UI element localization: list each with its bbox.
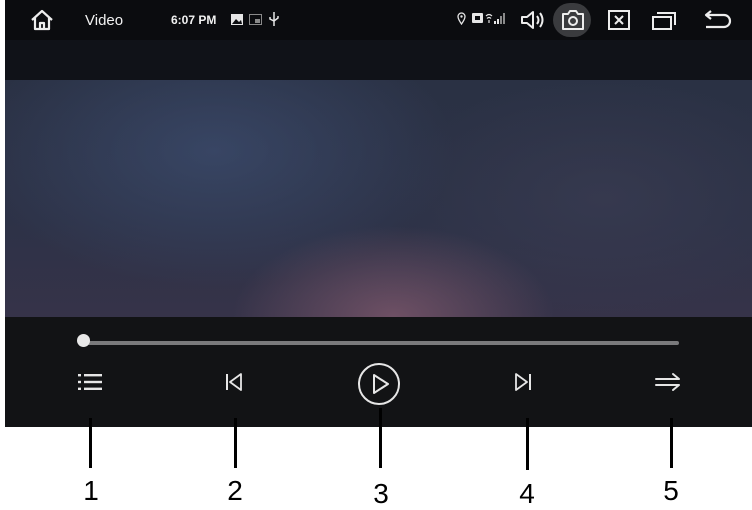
secondary-bar (5, 40, 752, 112)
back-icon[interactable] (702, 9, 732, 31)
playlist-icon[interactable] (77, 372, 103, 392)
callout-label-4: 4 (519, 478, 535, 509)
screenshot-icon[interactable] (561, 9, 585, 31)
previous-icon[interactable] (224, 372, 244, 392)
signal-icon (494, 13, 505, 24)
callout-line-3 (379, 408, 382, 468)
sim-icon (472, 13, 483, 23)
progress-thumb[interactable] (77, 334, 90, 347)
volume-icon[interactable] (519, 8, 549, 32)
wifi-icon (485, 13, 493, 23)
recent-apps-icon[interactable] (650, 9, 678, 31)
close-app-icon[interactable] (607, 9, 631, 31)
callout-line-1 (89, 418, 92, 468)
head-unit-screen: Video 6:07 PM (5, 0, 752, 427)
cast-icon (249, 14, 262, 25)
callout-line-4 (526, 418, 529, 470)
home-icon[interactable] (29, 8, 55, 32)
app-title: Video (85, 12, 124, 29)
callout-label-5: 5 (663, 475, 679, 506)
progress-bar[interactable] (83, 341, 679, 345)
location-icon (457, 12, 466, 25)
image-icon (231, 14, 243, 25)
usb-icon (269, 12, 279, 26)
play-mode-icon[interactable] (654, 372, 682, 392)
status-time: 6:07 PM (171, 13, 217, 27)
status-bar: Video 6:07 PM (5, 0, 752, 40)
callout-line-2 (234, 418, 237, 468)
next-icon[interactable] (513, 372, 533, 392)
callout-line-5 (670, 418, 673, 468)
callout-label-1: 1 (83, 475, 99, 506)
video-surface[interactable] (5, 80, 752, 317)
callout-label-3: 3 (373, 478, 389, 509)
callout-label-2: 2 (227, 475, 243, 506)
play-icon[interactable] (357, 362, 401, 406)
